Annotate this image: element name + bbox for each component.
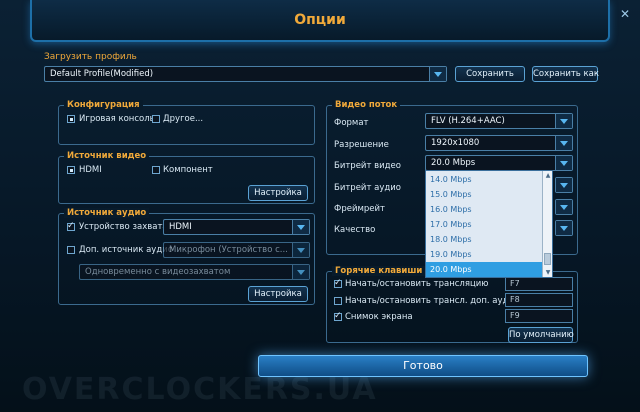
profile-select[interactable]: Default Profile(Modified) — [44, 66, 447, 82]
bitrate-option[interactable]: 14.0 Mbps — [426, 172, 543, 187]
hotkey-snapshot-checkbox[interactable] — [334, 311, 342, 321]
bitrate-option[interactable]: 15.0 Mbps — [426, 187, 543, 202]
close-icon[interactable]: ✕ — [617, 6, 633, 22]
capture-device-select[interactable]: HDMI — [163, 219, 310, 235]
config-group — [58, 105, 315, 145]
dropdown-scrollbar[interactable]: ▲ ▼ — [542, 171, 552, 277]
config-other-radio[interactable] — [152, 115, 160, 123]
resolution-select[interactable]: 1920x1080 — [425, 135, 573, 151]
hotkey-extra-audio-label: Начать/остановить трансл. доп. аудио — [345, 296, 520, 306]
bitrate-label: Битрейт видео — [334, 161, 401, 171]
hotkey-stream-checkbox[interactable] — [334, 278, 342, 288]
bitrate-dropdown: 14.0 Mbps 15.0 Mbps 16.0 Mbps 17.0 Mbps … — [425, 170, 553, 278]
video-stream-title: Видео поток — [332, 100, 401, 110]
hotkey-stream-label: Начать/остановить трансляцию — [345, 279, 489, 289]
load-profile-label: Загрузить профиль — [44, 52, 137, 62]
hotkey-extra-audio-field[interactable]: F8 — [505, 293, 573, 307]
resolution-value: 1920x1080 — [431, 138, 480, 148]
hotkey-snapshot-label: Снимок экрана — [345, 312, 413, 322]
bitrate-option[interactable]: 16.0 Mbps — [426, 202, 543, 217]
audio-settings-button[interactable]: Настройка — [248, 286, 308, 302]
chevron-down-icon — [429, 67, 446, 81]
chevron-down-icon — [556, 178, 572, 192]
bitrate-select[interactable]: 20.0 Mbps — [425, 155, 573, 171]
audio-mode-value: Одновременно с видеозахватом — [85, 267, 231, 277]
bitrate-option[interactable]: 17.0 Mbps — [426, 217, 543, 232]
bitrate-option-selected[interactable]: 20.0 Mbps — [426, 262, 543, 277]
chevron-down-icon — [555, 136, 572, 150]
capture-device-checkbox[interactable] — [67, 221, 75, 231]
bitrate-option[interactable]: 19.0 Mbps — [426, 247, 543, 262]
hotkey-snapshot-field[interactable]: F9 — [505, 309, 573, 323]
format-value: FLV (H.264+AAC) — [431, 116, 505, 126]
video-source-title: Источник видео — [64, 151, 150, 161]
bitrate-value: 20.0 Mbps — [431, 158, 476, 168]
capture-device-label: Устройство захвата — [79, 222, 168, 232]
chevron-down-icon — [555, 156, 572, 170]
chevron-down-icon — [292, 243, 309, 257]
config-other-label: Другое... — [163, 114, 204, 124]
window-title: Опции — [294, 12, 346, 28]
config-title: Конфигурация — [64, 100, 143, 110]
audio-source-title: Источник аудио — [64, 208, 150, 218]
hotkey-snapshot-key: F9 — [510, 311, 520, 320]
chevron-down-icon — [556, 200, 572, 214]
extra-audio-checkbox[interactable] — [67, 246, 75, 254]
extra-audio-value: Микрофон (Устройство с... — [169, 245, 288, 255]
quality-select[interactable] — [555, 220, 573, 236]
framerate-select[interactable] — [555, 199, 573, 215]
hotkey-extra-audio-key: F8 — [510, 295, 520, 304]
video-hdmi-label: HDMI — [79, 165, 102, 175]
config-console-label: Игровая консоль — [79, 114, 155, 124]
chevron-down-icon — [292, 220, 309, 234]
video-settings-button[interactable]: Настройка — [248, 185, 308, 201]
capture-device-value: HDMI — [169, 222, 192, 232]
video-hdmi-radio[interactable] — [67, 166, 75, 174]
framerate-label: Фреймрейт — [334, 204, 385, 214]
options-window: Опции ✕ Загрузить профиль Default Profil… — [0, 0, 640, 412]
hotkey-stream-field[interactable]: F7 — [505, 277, 573, 291]
audio-mode-select[interactable]: Одновременно с видеозахватом — [79, 264, 310, 280]
chevron-down-icon — [556, 221, 572, 235]
scroll-up-icon[interactable]: ▲ — [544, 171, 552, 180]
extra-audio-select[interactable]: Микрофон (Устройство с... — [163, 242, 310, 258]
audio-bitrate-label: Битрейт аудио — [334, 183, 401, 193]
save-button[interactable]: Сохранить — [455, 66, 525, 82]
audio-bitrate-select[interactable] — [555, 177, 573, 193]
bitrate-option[interactable]: 18.0 Mbps — [426, 232, 543, 247]
scroll-down-icon[interactable]: ▼ — [544, 268, 552, 277]
extra-audio-label: Доп. источник аудио — [79, 245, 173, 255]
quality-label: Качество — [334, 225, 376, 235]
hotkey-extra-audio-checkbox[interactable] — [334, 297, 342, 305]
scrollbar-thumb[interactable] — [544, 253, 551, 265]
hotkeys-title: Горячие клавиши — [332, 266, 426, 276]
save-as-button[interactable]: Сохранить как — [532, 66, 599, 82]
profile-value: Default Profile(Modified) — [50, 69, 154, 79]
chevron-down-icon — [292, 265, 309, 279]
hotkey-stream-key: F7 — [510, 279, 520, 288]
chevron-down-icon — [555, 114, 572, 128]
done-button[interactable]: Готово — [258, 355, 588, 377]
default-hotkeys-button[interactable]: По умолчанию — [508, 327, 574, 343]
format-label: Формат — [334, 118, 369, 128]
format-select[interactable]: FLV (H.264+AAC) — [425, 113, 573, 129]
video-component-label: Компонент — [163, 165, 213, 175]
watermark: OVERCLOCKERS.UA — [22, 372, 378, 407]
config-console-radio[interactable] — [67, 115, 75, 123]
title-bar: Опции — [30, 0, 610, 42]
video-component-radio[interactable] — [152, 166, 160, 174]
resolution-label: Разрешение — [334, 140, 389, 150]
